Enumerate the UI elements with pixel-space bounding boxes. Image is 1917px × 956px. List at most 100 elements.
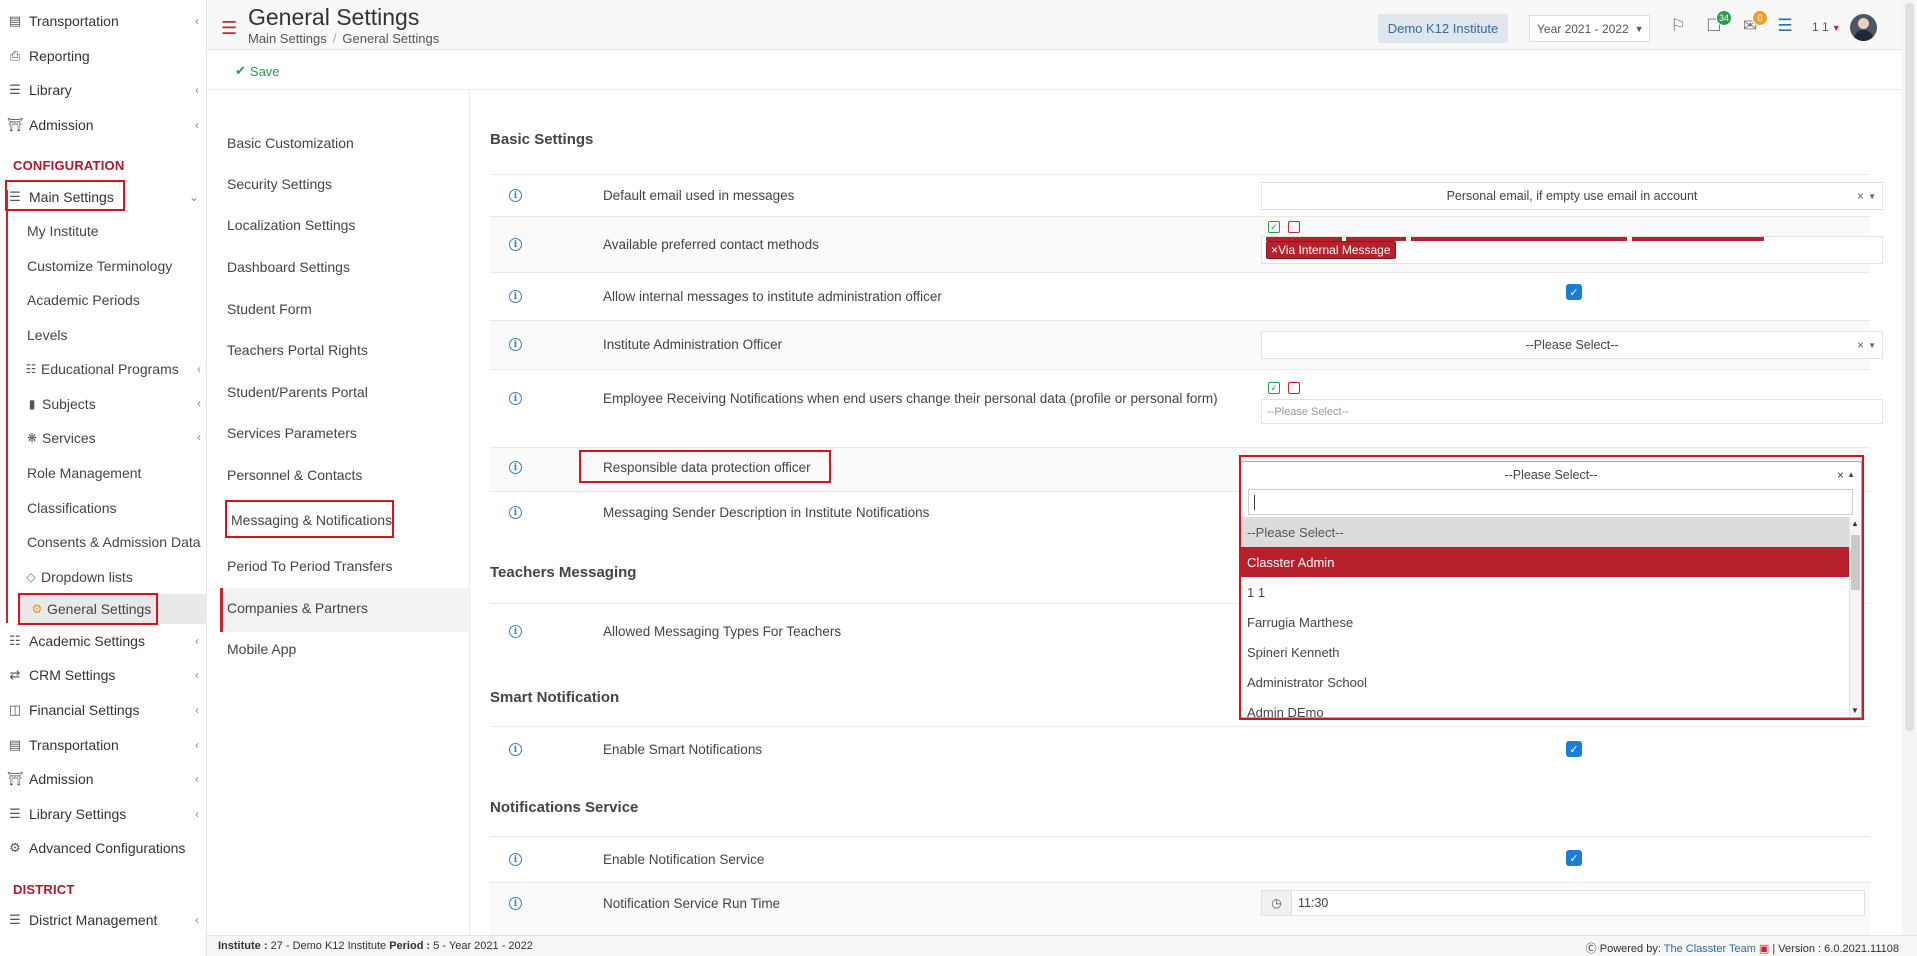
info-icon[interactable]: i xyxy=(509,189,522,202)
sidebar-item-admission-settings[interactable]: ⛩ Admission ‹ xyxy=(0,766,206,792)
run-time-input[interactable]: ◷ 11:30 xyxy=(1261,890,1865,916)
row-run-time: i Notification Service Run Time ◷ 11:30 xyxy=(490,882,1870,935)
page-scrollbar[interactable] xyxy=(1902,0,1917,935)
clear-icon[interactable]: × xyxy=(1837,468,1844,482)
select-none-icon[interactable] xyxy=(1288,221,1300,233)
sidebar-subitem-customize-terminology[interactable]: Customize Terminology xyxy=(27,253,172,279)
settings-menu-dashboard[interactable]: Dashboard Settings xyxy=(227,257,350,277)
employee-notifications-multiselect[interactable]: --Please Select-- xyxy=(1261,399,1883,424)
sidebar-item-reporting[interactable]: ⎙ Reporting xyxy=(0,43,206,69)
tag-via-internal-message[interactable]: × Via Internal Message xyxy=(1266,241,1396,259)
sidebar-subitem-general-settings[interactable]: ⚙ General Settings xyxy=(30,596,152,622)
sidebar-item-transportation[interactable]: ▤ Transportation ‹ xyxy=(0,8,206,34)
settings-menu-period-transfers[interactable]: Period To Period Transfers xyxy=(227,556,393,576)
dpo-select[interactable]: --Please Select-- × ▲ xyxy=(1241,462,1861,487)
row-enable-service: i Enable Notification Service ✓ xyxy=(490,836,1870,882)
sidebar-item-district-management[interactable]: ☰ District Management ‹ xyxy=(0,907,206,933)
sidebar-item-library[interactable]: ☰ Library ‹ xyxy=(0,77,206,103)
settings-menu-services-parameters[interactable]: Services Parameters xyxy=(227,423,357,443)
info-icon[interactable]: i xyxy=(509,625,522,638)
info-icon[interactable]: i xyxy=(509,290,522,303)
default-email-select[interactable]: Personal email, if empty use email in ac… xyxy=(1261,182,1883,210)
info-icon[interactable]: i xyxy=(509,743,522,756)
hamburger-menu-icon[interactable]: ☰ xyxy=(221,19,237,37)
clear-icon[interactable]: × xyxy=(1857,189,1864,203)
select-all-icon[interactable]: ✓ xyxy=(1268,221,1280,233)
year-select[interactable]: Year 2021 - 2022 ▼ xyxy=(1529,15,1650,42)
settings-menu-messaging-notifications[interactable]: Messaging & Notifications xyxy=(231,510,392,530)
sidebar-item-transportation-settings[interactable]: ▤ Transportation ‹ xyxy=(0,732,206,758)
info-icon[interactable]: i xyxy=(509,338,522,351)
scroll-up-icon[interactable]: ▲ xyxy=(1851,519,1859,528)
scroll-down-icon[interactable]: ▼ xyxy=(1851,706,1859,715)
scroll-thumb[interactable] xyxy=(1851,535,1860,590)
settings-menu-security[interactable]: Security Settings xyxy=(227,174,332,194)
enable-smart-checkbox[interactable]: ✓ xyxy=(1566,741,1582,757)
sidebar-subitem-services[interactable]: ❋ Services xyxy=(25,425,96,451)
sidebar-item-advanced-configurations[interactable]: ⚙ Advanced Configurations xyxy=(0,835,206,861)
logo-icon: ▣ xyxy=(1758,943,1770,955)
sidebar-subitem-levels[interactable]: Levels xyxy=(27,322,67,348)
settings-menu-student-parents-portal[interactable]: Student/Parents Portal xyxy=(227,382,368,402)
sidebar-subitem-educational-programs[interactable]: ☷ Educational Programs xyxy=(24,356,179,382)
settings-menu-basic-customization[interactable]: Basic Customization xyxy=(227,133,354,153)
sidebar-item-academic-settings[interactable]: ☷ Academic Settings ‹ xyxy=(0,628,206,654)
enable-service-checkbox[interactable]: ✓ xyxy=(1566,850,1582,866)
info-icon[interactable]: i xyxy=(509,392,522,405)
classter-team-link[interactable]: The Classter Team xyxy=(1664,943,1756,955)
select-all-icon[interactable]: ✓ xyxy=(1268,382,1280,394)
info-icon[interactable]: i xyxy=(509,506,522,519)
sidebar-subitem-subjects[interactable]: ▮ Subjects xyxy=(25,391,96,417)
envelope-icon[interactable]: ✉ 0 xyxy=(1738,10,1768,38)
sidebar-item-admission[interactable]: ⛩ Admission ‹ xyxy=(0,112,206,138)
contact-methods-multiselect[interactable]: × Via Internal Message xyxy=(1261,236,1883,264)
settings-menu-mobile-app[interactable]: Mobile App xyxy=(227,639,296,659)
allow-internal-checkbox[interactable]: ✓ xyxy=(1566,284,1582,300)
user-menu[interactable]: 1 1 ▼ xyxy=(1812,20,1841,34)
section-notifications-service: Notifications Service xyxy=(490,799,639,816)
dropdown-option[interactable]: Farrugia Marthese xyxy=(1241,607,1850,637)
settings-menu-companies-partners[interactable]: Companies & Partners xyxy=(227,598,368,618)
sidebar-subitem-classifications[interactable]: Classifications xyxy=(27,495,116,521)
layers-plus-icon[interactable]: ☰ xyxy=(1773,14,1797,38)
save-button[interactable]: ✔ Save xyxy=(235,63,280,79)
sidebar-item-library-settings[interactable]: ☰ Library Settings ‹ xyxy=(0,801,206,827)
select-none-icon[interactable] xyxy=(1288,382,1300,394)
page-scroll-thumb[interactable] xyxy=(1905,3,1914,731)
sidebar-subitem-my-institute[interactable]: My Institute xyxy=(27,218,99,244)
bell-icon[interactable]: ☐ 34 xyxy=(1702,10,1732,38)
sidebar-item-financial-settings[interactable]: ◫ Financial Settings ‹ xyxy=(0,697,206,723)
info-icon[interactable]: i xyxy=(509,897,522,910)
dropdown-option[interactable]: Administrator School xyxy=(1241,667,1850,697)
flag-icon[interactable]: ⚐ xyxy=(1666,14,1690,38)
sidebar-item-main-settings[interactable]: ☰ Main Settings ⌄ xyxy=(0,184,206,210)
admin-officer-select[interactable]: --Please Select-- × ▼ xyxy=(1261,331,1883,359)
avatar[interactable] xyxy=(1850,14,1877,41)
info-icon[interactable]: i xyxy=(509,853,522,866)
dropdown-option[interactable]: 1 1 xyxy=(1241,577,1850,607)
sidebar-subitem-role-management[interactable]: Role Management xyxy=(27,460,141,486)
dropdown-search-input[interactable] xyxy=(1248,489,1853,515)
settings-menu-localization[interactable]: Localization Settings xyxy=(227,215,355,235)
caret-down-icon: ▼ xyxy=(1831,23,1841,33)
row-label: Enable Smart Notifications xyxy=(603,742,763,757)
dropdown-option-highlighted[interactable]: Classter Admin xyxy=(1241,547,1850,577)
clear-icon[interactable]: × xyxy=(1857,338,1864,352)
info-icon[interactable]: i xyxy=(509,461,522,474)
text-cursor xyxy=(1254,495,1255,510)
sidebar-subitem-dropdown-lists[interactable]: ◇ Dropdown lists xyxy=(24,564,132,590)
sidebar-subitem-consents[interactable]: Consents & Admission Data xyxy=(27,529,201,555)
info-icon[interactable]: i xyxy=(509,238,522,251)
dropdown-scrollbar[interactable]: ▲ ▼ xyxy=(1849,517,1861,717)
dropdown-option[interactable]: Admin DEmo xyxy=(1241,697,1850,718)
dropdown-option[interactable]: --Please Select-- xyxy=(1241,517,1850,547)
sidebar-subitem-academic-periods[interactable]: Academic Periods xyxy=(27,287,140,313)
dpo-dropdown[interactable]: --Please Select-- × ▲ --Please Select-- … xyxy=(1240,461,1862,718)
settings-menu-teachers-portal[interactable]: Teachers Portal Rights xyxy=(227,340,368,360)
settings-menu-student-form[interactable]: Student Form xyxy=(227,299,312,319)
sidebar-item-crm-settings[interactable]: ⇄ CRM Settings ‹ xyxy=(0,662,206,688)
institute-button[interactable]: Demo K12 Institute xyxy=(1378,14,1508,43)
dropdown-option[interactable]: Spineri Kenneth xyxy=(1241,637,1850,667)
settings-menu-personnel-contacts[interactable]: Personnel & Contacts xyxy=(227,465,362,485)
breadcrumb-main-settings[interactable]: Main Settings xyxy=(248,31,327,46)
